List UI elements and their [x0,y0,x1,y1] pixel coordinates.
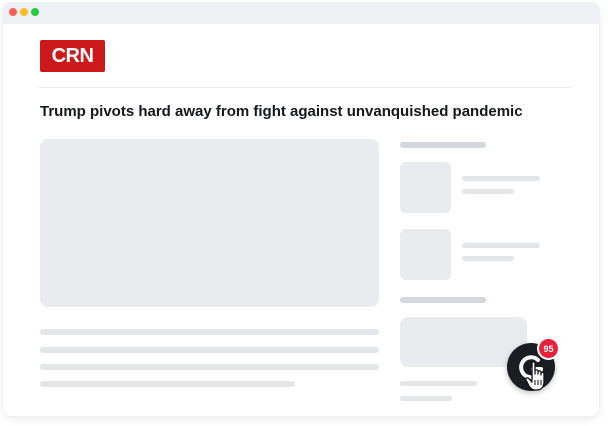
minimize-window-button[interactable] [20,8,28,16]
site-logo[interactable]: CRN [40,40,105,72]
text-line-placeholder [40,364,379,370]
sidebar-heading-placeholder [400,297,486,303]
sidebar-text-placeholder [462,243,540,248]
text-line-placeholder [40,347,379,353]
title-bar [3,3,599,24]
sidebar-thumbnail-placeholder [400,229,451,280]
sidebar-text-placeholder [462,176,540,181]
sidebar-text-placeholder [462,256,514,261]
site-logo-text: CRN [51,44,94,67]
hand-pointer-icon [525,361,545,391]
sidebar-text-placeholder [400,381,477,386]
sidebar-text-placeholder [462,189,514,194]
sidebar-text-placeholder [400,396,452,401]
text-line-placeholder [40,381,295,387]
notification-badge: 95 [539,339,558,358]
header-divider [38,87,571,88]
maximize-window-button[interactable] [31,8,39,16]
article-headline: Trump pivots hard away from fight agains… [40,103,523,120]
hero-image-placeholder [40,139,379,307]
close-window-button[interactable] [9,8,17,16]
sidebar-heading-placeholder [400,142,486,148]
text-line-placeholder [40,329,379,335]
sidebar-thumbnail-placeholder [400,162,451,213]
